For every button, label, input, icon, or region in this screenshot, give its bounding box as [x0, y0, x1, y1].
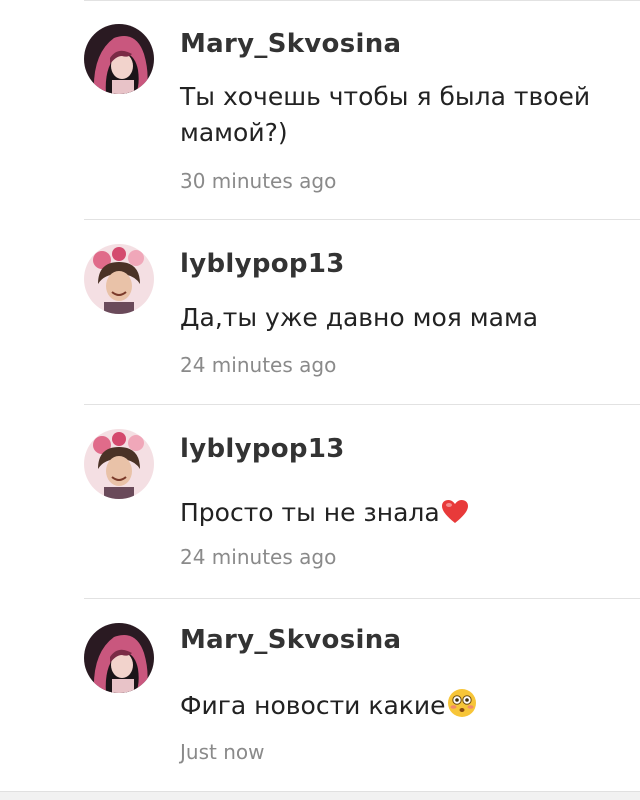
comment-text: Фига новости какие — [180, 688, 600, 728]
comment-text: Да,ты уже давно моя мама — [180, 303, 539, 332]
avatar[interactable] — [84, 24, 154, 94]
avatar[interactable] — [84, 244, 154, 314]
comment-item: Mary_Skvosina Фига новости какие Just no… — [0, 599, 640, 791]
timestamp: 24 minutes ago — [180, 353, 337, 377]
comment-item: lyblypop13 Да,ты уже давно моя мама 24 m… — [0, 220, 640, 404]
man-avatar-icon — [84, 429, 154, 499]
username[interactable]: Mary_Skvosina — [180, 625, 401, 655]
comment-text: Ты хочешь чтобы я была твоей мамой?) — [180, 82, 591, 147]
timestamp: 30 minutes ago — [180, 169, 337, 193]
username[interactable]: Mary_Skvosina — [180, 29, 401, 59]
comment-text: Просто ты не знала — [180, 495, 600, 535]
girl-avatar-icon — [84, 623, 154, 693]
red-heart-emoji-icon — [441, 499, 469, 535]
timestamp: Just now — [180, 740, 265, 764]
comment-item: lyblypop13 Просто ты не знала 24 minutes… — [0, 405, 640, 598]
comment-item: Mary_Skvosina Ты хочешь чтобы я была тво… — [0, 0, 640, 220]
bottom-bar — [0, 791, 640, 800]
flushed-face-emoji-icon — [447, 688, 477, 728]
man-avatar-icon — [84, 244, 154, 314]
avatar[interactable] — [84, 623, 154, 693]
username[interactable]: lyblypop13 — [180, 249, 345, 279]
comment-text-content: Просто ты не знала — [180, 498, 440, 527]
comment-thread: Mary_Skvosina Ты хочешь чтобы я была тво… — [0, 0, 640, 800]
username[interactable]: lyblypop13 — [180, 434, 345, 464]
girl-avatar-icon — [84, 24, 154, 94]
timestamp: 24 minutes ago — [180, 545, 337, 569]
comment-text-content: Фига новости какие — [180, 691, 446, 720]
avatar[interactable] — [84, 429, 154, 499]
